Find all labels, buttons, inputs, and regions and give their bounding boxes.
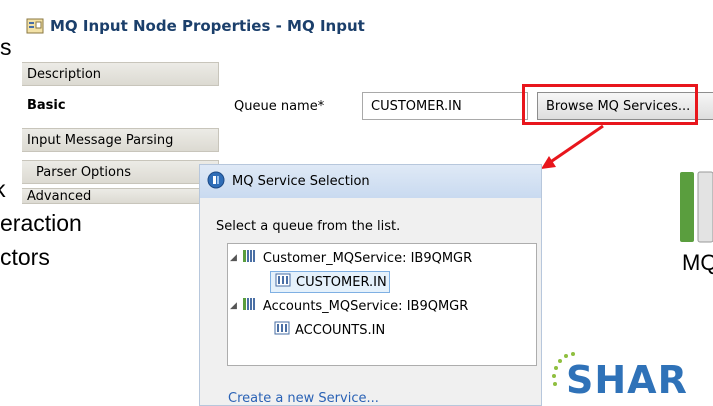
expand-chevron-icon[interactable]: ◢ (230, 253, 237, 263)
dialog-app-icon (206, 170, 226, 194)
dialog-instruction: Select a queue from the list. (216, 219, 401, 234)
mq-logo-graphic (678, 170, 713, 245)
mq-logo-text: MQ (682, 250, 713, 275)
slide-text-fragment-2: k (0, 176, 6, 203)
sidebar-item-parser-options[interactable]: Parser Options (22, 160, 219, 184)
tree-node-label: Customer_MQService: IB9QMGR (262, 250, 473, 266)
sidebar-item-input-message-parsing[interactable]: Input Message Parsing (22, 128, 219, 152)
window-title-text: MQ Input Node Properties - MQ Input (50, 17, 365, 35)
queue-name-input[interactable] (362, 92, 528, 120)
service-tree: ◢ Customer_MQService: IB9QMGR CUSTOMER.I… (227, 243, 537, 366)
slide-text-fragment-3: eraction (0, 210, 82, 236)
slide-text-fragment-4: ctors (0, 244, 50, 270)
share-logo-text: SHAR (566, 358, 688, 402)
slide-text-fragment-1: s (0, 34, 12, 60)
tree-node-customer-in[interactable]: CUSTOMER.IN (270, 271, 390, 293)
dialog-title: MQ Service Selection (232, 174, 370, 189)
queue-icon (274, 321, 290, 339)
window-title: MQ Input Node Properties - MQ Input (26, 13, 365, 39)
tree-node-label: ACCOUNTS.IN (295, 322, 386, 338)
mq-service-icon (242, 296, 258, 316)
tree-node-accounts-service[interactable]: ◢ Accounts_MQService: IB9QMGR (230, 295, 468, 317)
dialog-title-bar: MQ Service Selection (200, 165, 541, 198)
queue-icon (275, 273, 291, 291)
highlight-box (522, 84, 698, 125)
tree-node-label: CUSTOMER.IN (296, 274, 387, 290)
queue-name-label: Queue name* (234, 99, 325, 114)
properties-icon (26, 17, 44, 35)
tree-node-accounts-in[interactable]: ACCOUNTS.IN (274, 319, 385, 341)
mq-service-icon (242, 248, 258, 268)
mq-service-selection-dialog: MQ Service Selection Select a queue from… (199, 164, 542, 406)
expand-chevron-icon[interactable]: ◢ (230, 301, 237, 311)
tree-node-label: Accounts_MQService: IB9QMGR (262, 298, 469, 314)
sidebar-item-advanced[interactable]: Advanced (22, 188, 219, 204)
tree-node-customer-service[interactable]: ◢ Customer_MQService: IB9QMGR (230, 247, 472, 269)
sidebar-item-basic[interactable]: Basic (22, 93, 219, 117)
sidebar-item-description[interactable]: Description (22, 62, 219, 86)
